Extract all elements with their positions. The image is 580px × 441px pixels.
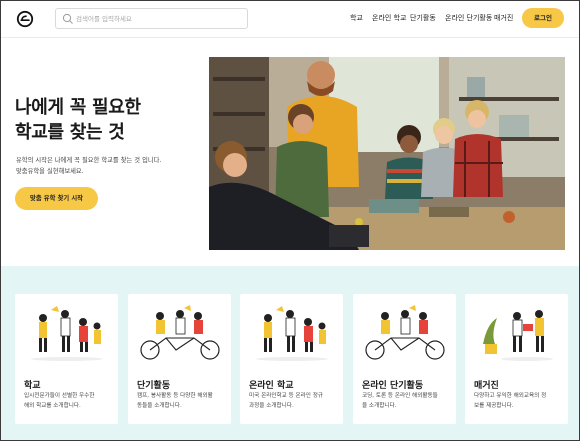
nav-school[interactable]: 학교 bbox=[350, 13, 363, 23]
tandem-bicycle-illustration-icon bbox=[140, 305, 220, 360]
card-title: 단기활동 bbox=[137, 381, 171, 391]
tandem-bicycle-illustration-icon bbox=[365, 305, 445, 360]
card-description: 코딩, 토론 등 온라인 해외활동들 을 소개합니다. bbox=[362, 391, 452, 411]
card-desc-line: 다양하고 유익한 해외교육의 정 bbox=[474, 393, 547, 399]
card-desc-line: 보를 제공합니다. bbox=[474, 403, 514, 409]
hero-title: 나에게 꼭 필요한 학교를 찾는 것 bbox=[15, 95, 141, 145]
card-desc-line: 미국 온라인학교 등 온라인 정규 bbox=[249, 393, 324, 399]
nav-online-school[interactable]: 온라인 학교 bbox=[372, 13, 406, 23]
card-title: 온라인 단기활동 bbox=[362, 381, 424, 391]
card-title: 매거진 bbox=[474, 381, 499, 391]
nav-online-short-term[interactable]: 온라인 단기활동 bbox=[445, 13, 492, 23]
nav-short-term[interactable]: 단기활동 bbox=[410, 13, 436, 23]
card-title: 온라인 학교 bbox=[249, 381, 294, 391]
nav-magazine[interactable]: 매거진 bbox=[494, 13, 513, 23]
card-desc-line: 입시전문가들이 선별한 우수한 bbox=[24, 393, 95, 399]
search-box bbox=[55, 8, 248, 29]
card-description: 입시전문가들이 선별한 우수한 해외 학교를 소개합니다. bbox=[24, 391, 114, 411]
card-magazine[interactable]: 매거진 다양하고 유익한 해외교육의 정 보를 제공합니다. bbox=[465, 294, 568, 424]
card-desc-line: 해외 학교를 소개합니다. bbox=[24, 403, 81, 409]
students-illustration-icon bbox=[31, 306, 103, 361]
card-description: 캠프, 봉사활동 등 다양한 해외활 동들을 소개합니다. bbox=[137, 391, 227, 411]
hero-title-line: 나에게 꼭 필요한 bbox=[15, 97, 141, 118]
hero-description: 유학의 시작은 나에게 꼭 필요한 학교를 찾는 것 입니다. 맞춤유학을 실현… bbox=[16, 155, 161, 177]
hero-title-line: 학교를 찾는 것 bbox=[15, 122, 125, 143]
card-school[interactable]: 학교 입시전문가들이 선별한 우수한 해외 학교를 소개합니다. bbox=[15, 294, 118, 424]
card-online-short-term[interactable]: 온라인 단기활동 코딩, 토론 등 온라인 해외활동들 을 소개합니다. bbox=[353, 294, 456, 424]
login-button[interactable]: 로그인 bbox=[522, 8, 564, 28]
page-frame: 학교 온라인 학교 단기활동 온라인 단기활동 매거진 로그인 나에게 꼭 필요… bbox=[0, 0, 580, 441]
students-illustration-icon bbox=[256, 306, 328, 361]
search-icon bbox=[62, 13, 73, 24]
card-desc-line: 코딩, 토론 등 온라인 해외활동들 bbox=[362, 393, 438, 399]
reading-people-illustration-icon bbox=[483, 310, 553, 361]
hero-desc-line: 맞춤유학을 실현해보세요. bbox=[16, 168, 84, 175]
card-desc-line: 동들을 소개합니다. bbox=[137, 403, 182, 409]
search-input[interactable] bbox=[76, 11, 244, 26]
card-desc-line: 과정을 소개합니다. bbox=[249, 403, 294, 409]
hero-desc-line: 유학의 시작은 나에게 꼭 필요한 학교를 찾는 것 입니다. bbox=[16, 157, 162, 164]
brand-logo-icon[interactable] bbox=[16, 10, 34, 28]
top-header: 학교 온라인 학교 단기활동 온라인 단기활동 매거진 로그인 bbox=[1, 1, 579, 38]
card-title: 학교 bbox=[24, 381, 41, 391]
card-description: 미국 온라인학교 등 온라인 정규 과정을 소개합니다. bbox=[249, 391, 339, 411]
card-online-school[interactable]: 온라인 학교 미국 온라인학교 등 온라인 정규 과정을 소개합니다. bbox=[240, 294, 343, 424]
find-study-abroad-button[interactable]: 맞춤 유학 찾기 시작 bbox=[15, 187, 98, 210]
card-desc-line: 을 소개합니다. bbox=[362, 403, 397, 409]
card-desc-line: 캠프, 봉사활동 등 다양한 해외활 bbox=[137, 393, 213, 399]
card-description: 다양하고 유익한 해외교육의 정 보를 제공합니다. bbox=[474, 391, 564, 411]
hero-photo bbox=[209, 57, 565, 250]
card-short-term[interactable]: 단기활동 캠프, 봉사활동 등 다양한 해외활 동들을 소개합니다. bbox=[128, 294, 231, 424]
